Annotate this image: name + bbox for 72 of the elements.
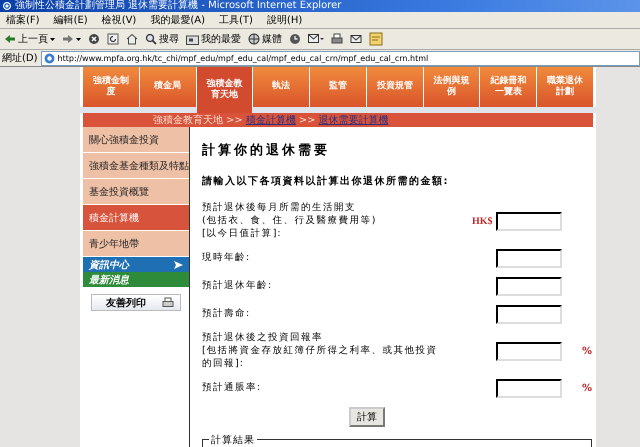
address-label: 網址(D) (2, 52, 38, 65)
notepad-icon (369, 32, 383, 46)
field-label: 預計通脹率: (202, 382, 262, 396)
menu-item[interactable]: 檔案(F) (6, 13, 40, 27)
folder-icon (186, 34, 199, 44)
breadcrumb-separator: >> (226, 114, 243, 126)
caret-icon (50, 38, 55, 40)
result-legend: 計算結果 (209, 432, 257, 447)
unit-label: % (582, 346, 592, 358)
envelope-icon (350, 33, 362, 45)
field-label: 預計退休年齡: (202, 280, 274, 293)
menu-item[interactable]: 工具(T) (219, 13, 253, 27)
input-field[interactable] (496, 248, 562, 268)
page-icon (44, 52, 55, 64)
forward-button[interactable] (60, 33, 83, 45)
stop-button[interactable] (86, 32, 102, 46)
breadcrumb-separator: >> (298, 114, 316, 126)
breadcrumb-text: 強積金教育天地 (153, 114, 223, 127)
search-icon (145, 33, 157, 45)
edit-button[interactable] (348, 32, 364, 46)
sidebar-item[interactable]: 關心強積金投資 (83, 127, 189, 153)
mail-icon (308, 33, 324, 45)
media-button[interactable]: 媒體 (246, 31, 284, 47)
home-icon (126, 33, 138, 45)
discuss-button[interactable] (367, 31, 385, 47)
menu-item[interactable]: 編輯(E) (54, 13, 88, 27)
instruction-text: 請輸入以下各項資料以計算出你退休所需的金額: (202, 174, 450, 188)
history-button[interactable] (287, 32, 303, 46)
sidebar-section[interactable]: 資訊中心 (83, 257, 189, 272)
refresh-icon (107, 33, 119, 45)
unit-label: % (582, 383, 592, 394)
print-button[interactable]: 友善列印 (91, 294, 181, 311)
page-heading: 計算你的退休需要 (202, 142, 331, 159)
printer-icon (162, 297, 174, 308)
sidebar-item[interactable]: 積金計算機 (83, 205, 189, 231)
sidebar-item[interactable]: 強積金基金種類及特點 (83, 153, 189, 179)
address-field[interactable]: http://www.mpfa.org.hk/tc_chi/mpf_edu/mpf_edu_cal/mpf_edu_cal_crn/mpf_edu_cal_crn.html (40, 50, 640, 66)
input-field[interactable] (496, 276, 562, 296)
field-label: 現時年齡: (202, 252, 252, 265)
menu-item[interactable]: 說明(H) (266, 13, 302, 27)
input-field[interactable] (496, 212, 562, 231)
back-button[interactable]: 上一頁 (2, 31, 57, 47)
right-arrow-icon (62, 34, 74, 44)
home-button[interactable] (124, 32, 140, 46)
clock-icon (289, 33, 301, 45)
mail-button[interactable] (306, 32, 326, 46)
field-label: 預計壽命: (202, 308, 252, 321)
calculate-button[interactable]: 計算 (349, 406, 385, 427)
printer-icon (331, 33, 343, 45)
menu-item[interactable]: 我的最愛(A) (150, 13, 205, 27)
favorites-button[interactable]: 我的最愛 (184, 31, 243, 47)
window-title: 強制性公積金計劃管理局 退休需要計算機 - Microsoft Internet Explorer (15, 0, 342, 12)
sidebar-item[interactable]: 基金投資概覽 (83, 179, 189, 205)
input-field[interactable] (496, 304, 562, 324)
field-label: 預計退休後之投資回報率 [包括將資金存放紅簿仔所得之利率、或其他投資的回報]: (202, 332, 439, 371)
nav-tab[interactable]: 強積金教育天地 (196, 67, 252, 113)
menu-item[interactable]: 檢視(V) (102, 13, 136, 27)
currency-label: HK$ (472, 216, 493, 227)
browser-logo-icon (2, 1, 12, 11)
field-label: 預計退休後每月所需的生活開支 (包括衣、食、住、行及醫療費用等) [以今日值計算]: (202, 202, 378, 240)
print-button[interactable] (329, 32, 345, 46)
sidebar-section[interactable]: 最新消息 (83, 272, 189, 287)
globe-icon (248, 33, 260, 45)
stop-icon (88, 33, 100, 45)
arrow-icon (174, 260, 183, 268)
left-arrow-icon (4, 34, 16, 44)
sidebar-item[interactable]: 青少年地帶 (83, 231, 189, 257)
caret-icon (76, 38, 81, 40)
search-button[interactable]: 搜尋 (143, 31, 181, 47)
input-field[interactable] (496, 342, 562, 362)
input-field[interactable] (496, 379, 562, 398)
refresh-button[interactable] (105, 32, 121, 46)
